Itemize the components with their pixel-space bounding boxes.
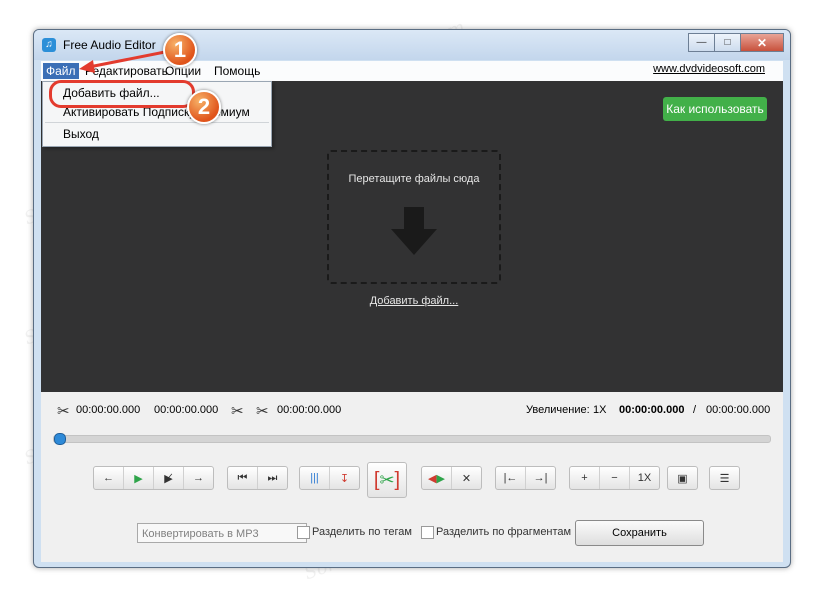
music-note-icon: ♫ <box>42 38 56 52</box>
callout-1: 1 <box>163 33 197 67</box>
zoom-label: Увеличение: <box>526 404 590 416</box>
image-group: ▣ <box>667 466 698 490</box>
zoom-out-icon[interactable]: − <box>600 467 630 489</box>
zoom-in-icon[interactable]: + <box>570 467 600 489</box>
window-controls: — □ ✕ <box>688 33 784 52</box>
editor-panel: ✂ 00:00:00.000 00:00:00.000 ✂ ✂ 00:00:00… <box>41 392 783 562</box>
minimize-icon[interactable]: — <box>688 33 715 52</box>
menu-help[interactable]: Помощь <box>211 63 263 79</box>
website-link[interactable]: www.dvdvideosoft.com <box>653 63 765 75</box>
rewind-icon[interactable]: ← <box>94 467 124 489</box>
play-icon[interactable]: ▶ <box>124 467 154 489</box>
add-file-link[interactable]: Добавить файл... <box>327 295 501 307</box>
split-by-fragments-label: Разделить по фрагментам <box>436 526 572 538</box>
delete-selection-icon[interactable]: ✕ <box>452 467 481 489</box>
save-button[interactable]: Сохранить <box>575 520 704 546</box>
settings-group: ☰ <box>709 466 740 490</box>
timeline-info: ✂ 00:00:00.000 00:00:00.000 ✂ ✂ 00:00:00… <box>41 402 783 420</box>
selection-nav-group: |← →| <box>495 466 556 490</box>
zoom-reset-button[interactable]: 1X <box>630 467 659 489</box>
scissors-length-icon[interactable]: ✂ <box>256 402 269 420</box>
current-position: 00:00:00.000 <box>619 404 685 416</box>
format-select[interactable]: Конвертировать в MP3 <box>137 523 307 543</box>
go-selection-end-icon[interactable]: →| <box>526 467 555 489</box>
scissors-cut-icon[interactable]: ✂ <box>231 402 244 420</box>
position-slider[interactable] <box>53 433 771 445</box>
split-by-tags-label: Разделить по тегам <box>312 526 412 538</box>
editor-toolbar: ← ▶ ▶̸ → ⏮ ⏭ ||| ↧ [✂] ◀ ▶ ✕ |← →| + − 1… <box>41 462 783 498</box>
insert-marker-icon[interactable]: ↧ <box>330 467 359 489</box>
bracket-right-icon: ] <box>394 468 401 491</box>
trim-icon[interactable]: ◀ ▶ <box>422 467 452 489</box>
arrow-down-icon <box>391 207 437 255</box>
highlight-ring <box>49 80 195 108</box>
time-separator: / <box>693 404 697 416</box>
menu-exit[interactable]: Выход <box>63 127 99 141</box>
skip-start-icon[interactable]: ⏮ <box>228 467 258 489</box>
drop-hint: Перетащите файлы сюда <box>348 173 480 185</box>
app-window: ♫ Free Audio Editor — □ ✕ Файл Редактиро… <box>33 29 791 568</box>
image-icon[interactable]: ▣ <box>668 467 697 489</box>
playback-group: ← ▶ ▶̸ → <box>93 466 214 490</box>
pointer-arrow-icon <box>79 49 171 73</box>
cut-length: 00:00:00.000 <box>277 404 342 416</box>
drop-zone[interactable]: Перетащите файлы сюда <box>327 150 501 284</box>
skip-group: ⏮ ⏭ <box>227 466 288 490</box>
skip-end-icon[interactable]: ⏭ <box>258 467 287 489</box>
menu-separator <box>45 122 269 123</box>
how-to-use-button[interactable]: Как использовать <box>663 97 767 121</box>
cut-button[interactable]: [✂] <box>367 462 407 498</box>
equalizer-icon[interactable]: ☰ <box>710 467 739 489</box>
menu-file[interactable]: Файл <box>43 63 79 79</box>
forward-icon[interactable]: → <box>184 467 213 489</box>
go-selection-start-icon[interactable]: |← <box>496 467 526 489</box>
close-icon[interactable]: ✕ <box>740 33 784 52</box>
slider-knob[interactable] <box>54 433 66 445</box>
zoom-group: + − 1X <box>569 466 660 490</box>
marker-group: ||| ↧ <box>299 466 360 490</box>
scissors-icon: ✂ <box>379 469 395 490</box>
zoom-value: 1X <box>593 404 607 416</box>
play-selection-icon[interactable]: ▶̸ <box>154 467 184 489</box>
total-duration: 00:00:00.000 <box>706 404 771 416</box>
maximize-icon[interactable]: □ <box>714 33 741 52</box>
split-markers-icon[interactable]: ||| <box>300 467 330 489</box>
selection-start: 00:00:00.000 <box>76 404 141 416</box>
split-by-tags-checkbox[interactable] <box>297 526 310 539</box>
edit-group: ◀ ▶ ✕ <box>421 466 482 490</box>
scissors-start-icon[interactable]: ✂ <box>57 402 70 420</box>
split-by-fragments-checkbox[interactable] <box>421 526 434 539</box>
selection-end: 00:00:00.000 <box>154 404 219 416</box>
callout-2: 2 <box>187 90 221 124</box>
